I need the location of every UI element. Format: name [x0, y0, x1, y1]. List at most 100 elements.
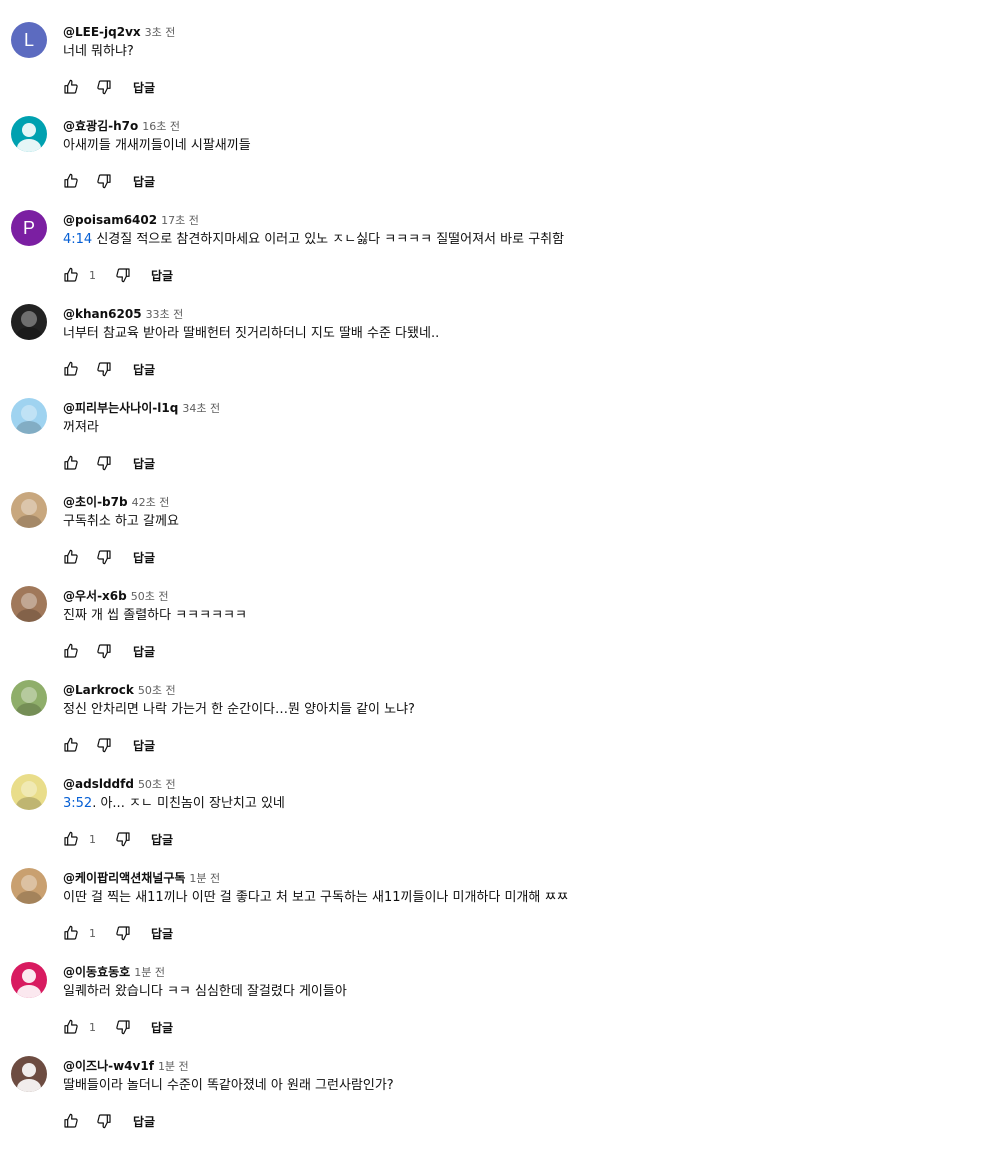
- dislike-button[interactable]: [96, 455, 112, 471]
- avatar-photo: [11, 398, 47, 434]
- comment-time[interactable]: 16초 전: [142, 120, 180, 133]
- avatar[interactable]: [11, 868, 47, 904]
- author-name[interactable]: @LEE-jq2vx: [63, 25, 141, 39]
- reply-button[interactable]: 답글: [151, 267, 173, 284]
- comment-time[interactable]: 1분 전: [189, 872, 220, 885]
- comment-body: 너네 뭐하냐?: [63, 44, 134, 59]
- comment-time[interactable]: 50초 전: [138, 684, 176, 697]
- dislike-button[interactable]: [96, 173, 112, 189]
- dislike-button[interactable]: [96, 79, 112, 95]
- comment-body: 꺼져라: [63, 420, 99, 435]
- like-button[interactable]: [63, 173, 79, 189]
- author-name[interactable]: @이즈나-w4v1f: [63, 1059, 154, 1073]
- reply-button[interactable]: 답글: [133, 455, 155, 472]
- thumbs-down-icon: [116, 926, 130, 941]
- like-button[interactable]: [63, 925, 79, 941]
- avatar[interactable]: [11, 680, 47, 716]
- comment-actions: 답글: [63, 451, 155, 475]
- default-avatar-icon: [11, 962, 47, 998]
- reply-button[interactable]: 답글: [133, 737, 155, 754]
- reply-button[interactable]: 답글: [133, 643, 155, 660]
- comment-time[interactable]: 1분 전: [158, 1060, 189, 1073]
- reply-button[interactable]: 답글: [151, 831, 173, 848]
- comment-actions: 답글: [63, 639, 155, 663]
- comment-body: 구독취소 하고 갈께요: [63, 514, 179, 529]
- comment-actions: 답글: [63, 357, 155, 381]
- like-button[interactable]: [63, 549, 79, 565]
- dislike-button[interactable]: [115, 831, 131, 847]
- avatar-letter: L: [23, 29, 34, 50]
- like-button[interactable]: [63, 1019, 79, 1035]
- comment-time[interactable]: 34초 전: [182, 402, 220, 415]
- author-name[interactable]: @초이-b7b: [63, 495, 128, 509]
- dislike-button[interactable]: [96, 643, 112, 659]
- avatar[interactable]: [11, 962, 47, 998]
- author-name[interactable]: @adslddfd: [63, 777, 134, 791]
- author-name[interactable]: @khan6205: [63, 307, 142, 321]
- thumbs-down-icon: [97, 80, 111, 95]
- like-button[interactable]: [63, 361, 79, 377]
- avatar[interactable]: [11, 586, 47, 622]
- like-button[interactable]: [63, 643, 79, 659]
- like-count: 1: [89, 268, 96, 282]
- avatar[interactable]: P: [11, 210, 47, 246]
- video-timestamp-link[interactable]: 4:14: [63, 232, 92, 247]
- thumbs-up-icon: [64, 549, 78, 564]
- comment-time[interactable]: 17초 전: [161, 214, 199, 227]
- video-timestamp-link[interactable]: 3:52: [63, 796, 92, 811]
- dislike-button[interactable]: [115, 1019, 131, 1035]
- comment-text: 이딴 걸 찍는 새11끼나 이딴 걸 좋다고 처 보고 구독하는 새11끼들이나…: [63, 888, 568, 908]
- avatar[interactable]: L: [11, 22, 47, 58]
- author-name[interactable]: @케이팝리액션채널구독: [63, 871, 185, 885]
- dislike-button[interactable]: [115, 267, 131, 283]
- author-name[interactable]: @Larkrock: [63, 683, 134, 697]
- thumbs-down-icon: [97, 362, 111, 377]
- comment-actions: 1 답글: [63, 263, 173, 287]
- thumbs-down-icon: [116, 268, 130, 283]
- author-name[interactable]: @이동효동호: [63, 965, 130, 979]
- reply-button[interactable]: 답글: [133, 549, 155, 566]
- author-name[interactable]: @poisam6402: [63, 213, 157, 227]
- comment-header: @초이-b7b 42초 전: [63, 492, 169, 510]
- dislike-button[interactable]: [96, 549, 112, 565]
- comment-text: 딸배들이라 놀더니 수준이 똑같아졌네 아 원래 그런사람인가?: [63, 1076, 394, 1096]
- avatar-photo: [11, 492, 47, 528]
- comment-time[interactable]: 3초 전: [145, 26, 176, 39]
- thumbs-down-icon: [97, 174, 111, 189]
- comment-time[interactable]: 33초 전: [146, 308, 184, 321]
- like-button[interactable]: [63, 455, 79, 471]
- reply-button[interactable]: 답글: [151, 1019, 173, 1036]
- reply-button[interactable]: 답글: [133, 361, 155, 378]
- avatar[interactable]: [11, 492, 47, 528]
- avatar[interactable]: [11, 1056, 47, 1092]
- comment-time[interactable]: 42초 전: [132, 496, 170, 509]
- like-button[interactable]: [63, 737, 79, 753]
- comment-header: @poisam6402 17초 전: [63, 210, 199, 228]
- comment-body: 일퀘하러 왔습니다 ㅋㅋ 심심한데 잘걸렸다 게이들아: [63, 984, 347, 999]
- avatar-photo: [11, 586, 47, 622]
- reply-button[interactable]: 답글: [133, 79, 155, 96]
- like-button[interactable]: [63, 267, 79, 283]
- comment-body: 신경질 적으로 참견하지마세요 이러고 있노 ㅈㄴ싫다 ㅋㅋㅋㅋ 질떨어져서 바…: [92, 232, 565, 247]
- reply-button[interactable]: 답글: [133, 1113, 155, 1130]
- avatar[interactable]: [11, 116, 47, 152]
- reply-button[interactable]: 답글: [133, 173, 155, 190]
- avatar[interactable]: [11, 774, 47, 810]
- comment-time[interactable]: 50초 전: [131, 590, 169, 603]
- comment-time[interactable]: 50초 전: [138, 778, 176, 791]
- avatar[interactable]: [11, 398, 47, 434]
- author-name[interactable]: @효광김-h7o: [63, 119, 138, 133]
- like-button[interactable]: [63, 79, 79, 95]
- dislike-button[interactable]: [96, 1113, 112, 1129]
- dislike-button[interactable]: [96, 737, 112, 753]
- reply-button[interactable]: 답글: [151, 925, 173, 942]
- dislike-button[interactable]: [115, 925, 131, 941]
- comment-actions: 1 답글: [63, 921, 173, 945]
- author-name[interactable]: @우서-x6b: [63, 589, 127, 603]
- like-button[interactable]: [63, 831, 79, 847]
- dislike-button[interactable]: [96, 361, 112, 377]
- avatar[interactable]: [11, 304, 47, 340]
- comment-time[interactable]: 1분 전: [134, 966, 165, 979]
- author-name[interactable]: @피리부는사나이-l1q: [63, 401, 178, 415]
- like-button[interactable]: [63, 1113, 79, 1129]
